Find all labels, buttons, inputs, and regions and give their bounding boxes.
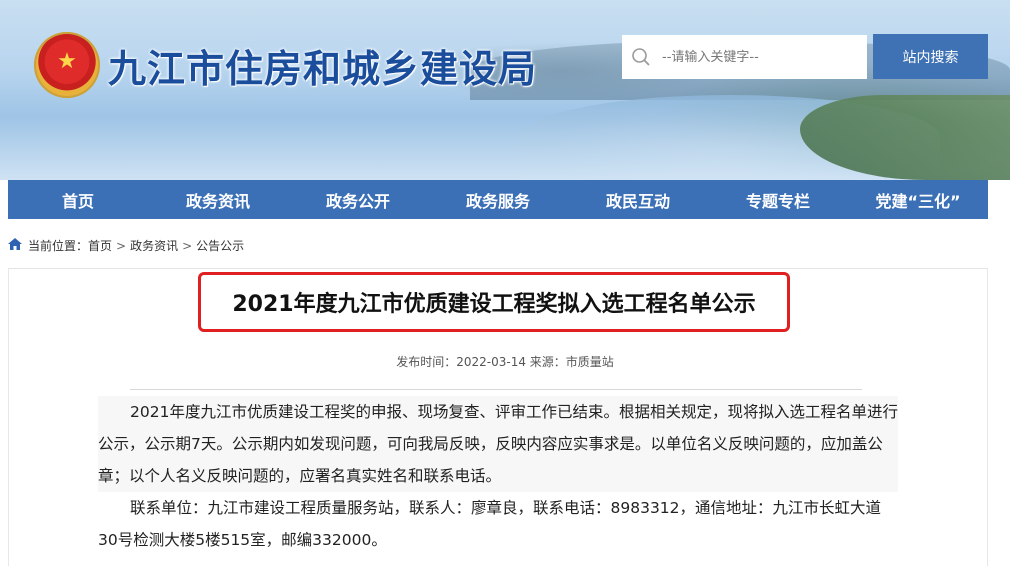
article-title: 2021年度九江市优质建设工程奖拟入选工程名单公示 [198, 272, 790, 332]
breadcrumb-home[interactable]: 首页 [88, 237, 112, 254]
divider [130, 389, 862, 390]
nav-item-party-building[interactable]: 党建“三化” [848, 180, 988, 219]
nav-item-home[interactable]: 首页 [8, 180, 148, 219]
home-icon [8, 238, 28, 253]
nav-item-news[interactable]: 政务资讯 [148, 180, 288, 219]
nav-item-public-affairs[interactable]: 政务公开 [288, 180, 428, 219]
search-input[interactable] [660, 48, 859, 66]
breadcrumb-news[interactable]: 政务资讯 [130, 237, 178, 254]
search-button[interactable]: 站内搜索 [873, 34, 988, 79]
article-paragraph: 2021年度九江市优质建设工程奖的申报、现场复查、评审工作已结束。根据相关规定，… [98, 396, 898, 492]
breadcrumb-separator: > [116, 238, 127, 253]
main-nav: 首页 政务资讯 政务公开 政务服务 政民互动 专题专栏 党建“三化” [8, 180, 988, 219]
national-emblem-icon: ★ [34, 32, 100, 98]
nav-item-special-topics[interactable]: 专题专栏 [708, 180, 848, 219]
breadcrumb-separator: > [182, 238, 193, 253]
article-body: 2021年度九江市优质建设工程奖的申报、现场复查、评审工作已结束。根据相关规定，… [98, 396, 898, 556]
nav-item-services[interactable]: 政务服务 [428, 180, 568, 219]
search-icon[interactable] [622, 35, 660, 79]
breadcrumb-prefix: 当前位置： [28, 239, 89, 253]
nav-item-interaction[interactable]: 政民互动 [568, 180, 708, 219]
site-title: 九江市住房和城乡建设局 [108, 47, 538, 91]
article-meta: 发布时间：2022-03-14 来源：市质量站 [396, 355, 614, 369]
breadcrumb-notices[interactable]: 公告公示 [196, 237, 244, 254]
breadcrumb: 当前位置： 首页 > 政务资讯 > 公告公示 [8, 237, 244, 254]
article-paragraph: 联系单位：九江市建设工程质量服务站，联系人：廖章良，联系电话：8983312，通… [98, 499, 882, 549]
search-box [622, 35, 867, 79]
